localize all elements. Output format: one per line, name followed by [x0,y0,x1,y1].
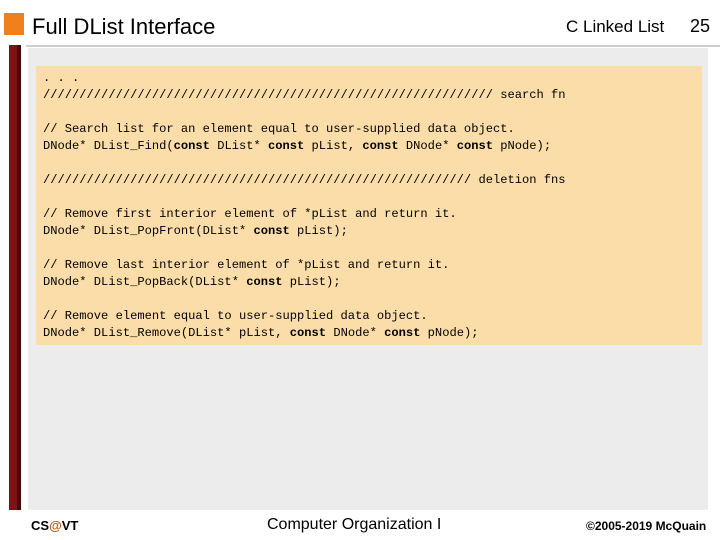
code-text: DNode* [326,326,385,340]
code-text: pList, [304,139,363,153]
code-line: // Remove first interior element of *pLi… [43,206,566,223]
footer-org-at: @ [49,518,62,533]
code-keyword: const [253,224,290,238]
code-line: // Remove element equal to user-supplied… [43,308,566,325]
code-line: DNode* DList_PopBack(DList* const pList)… [43,274,566,291]
code-text: pList); [289,224,348,238]
footer-copyright: ©2005-2019 McQuain [586,519,707,533]
code-text: // Search list for an element equal to u… [43,122,515,136]
code-text: // Remove element equal to user-supplied… [43,309,428,323]
code-line: DNode* DList_Find(const DList* const pLi… [43,138,566,155]
footer-org-prefix: CS [31,518,50,533]
code-keyword: const [173,139,210,153]
code-text: ////////////////////////////////////////… [43,88,566,102]
code-line: // Search list for an element equal to u… [43,121,566,138]
title-accent-square [4,13,24,35]
code-line: DNode* DList_Remove(DList* pList, const … [43,325,566,342]
code-text: DNode* DList_PopBack(DList* [43,275,247,289]
code-text: ////////////////////////////////////////… [43,173,566,187]
footer-org-suffix: VT [61,518,79,533]
code-text: . . . [43,71,80,85]
code-keyword: const [384,326,421,340]
code-text: DList* [209,139,268,153]
code-line: ////////////////////////////////////////… [43,172,566,189]
code-text: DNode* DList_Remove(DList* pList, [43,326,290,340]
code-text: pList); [282,275,341,289]
code-keyword: const [362,139,399,153]
code-text: pNode); [420,326,479,340]
code-text: DNode* [398,139,457,153]
code-keyword: const [268,139,305,153]
left-accent-bar [9,45,17,510]
header-divider [26,45,720,47]
code-line: DNode* DList_PopFront(DList* const pList… [43,223,566,240]
footer-course-name: Computer Organization I [267,516,442,533]
left-accent-bar-shade [17,45,21,510]
code-line: . . . [43,70,566,87]
code-text: pNode); [493,139,552,153]
code-text: // Remove first interior element of *pLi… [43,207,457,221]
code-listing: . . . ///////////////////////////////////… [43,70,566,342]
course-topic: C Linked List [566,17,665,36]
page-number: 25 [690,16,711,36]
code-text: DNode* DList_PopFront(DList* [43,224,254,238]
code-keyword: const [289,326,327,340]
slide-title: Full DList Interface [32,14,216,39]
footer-org: CS@VT [31,518,78,533]
code-text: DNode* DList_Find( [43,139,174,153]
code-keyword: const [246,275,283,289]
code-keyword: const [456,139,494,153]
code-line: ////////////////////////////////////////… [43,87,566,104]
code-line: // Remove last interior element of *pLis… [43,257,566,274]
code-text: // Remove last interior element of *pLis… [43,258,450,272]
